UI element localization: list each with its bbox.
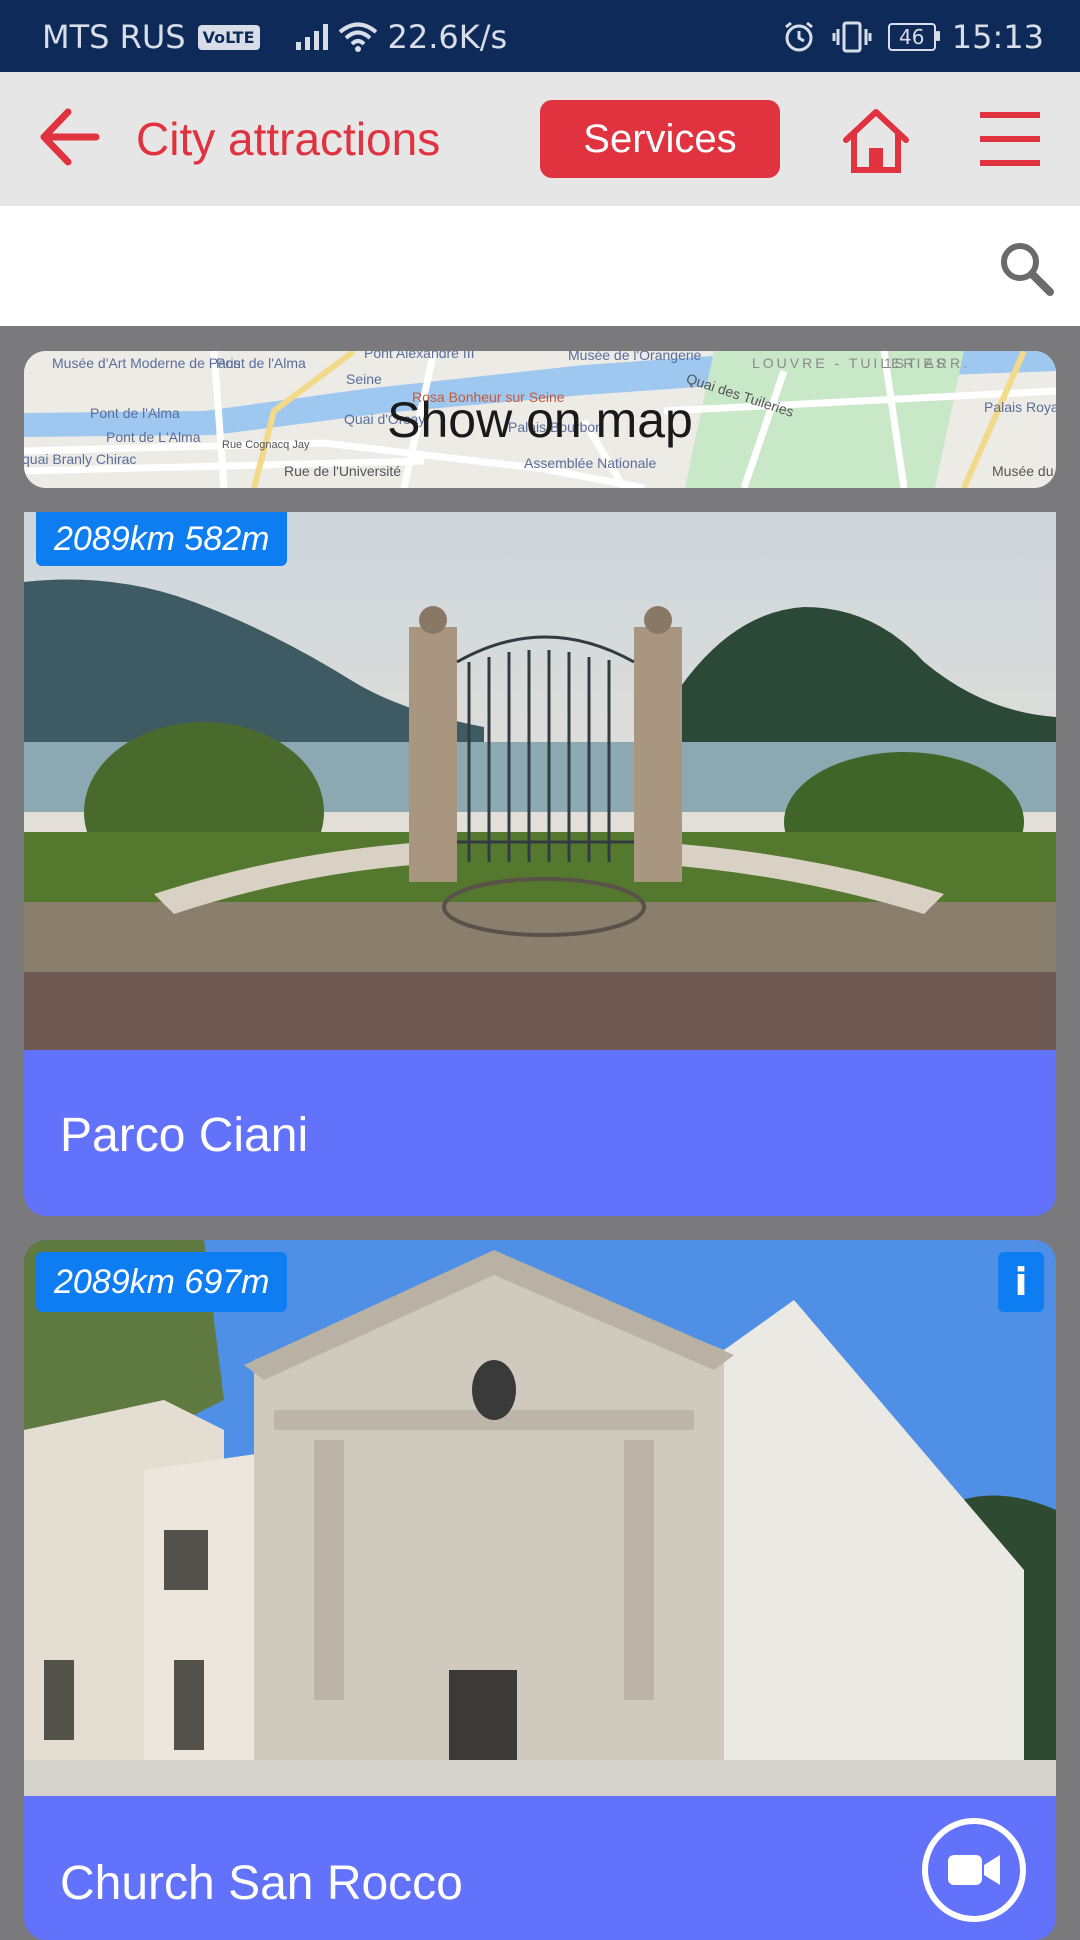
attraction-name: Church San Rocco bbox=[60, 1857, 463, 1910]
attraction-photo bbox=[24, 512, 1056, 1050]
search-input[interactable] bbox=[20, 226, 984, 308]
attraction-card[interactable]: 2089km 582m Parco Ciani bbox=[24, 512, 1056, 1216]
carrier-name: MTS RUS bbox=[42, 18, 186, 56]
info-button[interactable]: i bbox=[998, 1252, 1044, 1312]
home-icon[interactable] bbox=[840, 106, 912, 176]
arrow-left-icon[interactable] bbox=[36, 102, 102, 172]
volte-badge: VoLTE bbox=[197, 24, 260, 50]
vibrate-icon bbox=[832, 21, 872, 53]
video-button[interactable] bbox=[922, 1818, 1026, 1922]
attraction-card[interactable]: 2089km 697m i Church San Rocco bbox=[24, 1240, 1056, 1940]
wifi-icon bbox=[338, 22, 377, 52]
hamburger-menu-icon[interactable] bbox=[978, 108, 1042, 170]
app-bar: City attractions Services bbox=[0, 72, 1080, 206]
page-title: City attractions bbox=[136, 113, 441, 165]
status-bar: MTS RUS VoLTE 22.6K/s 46 15:13 bbox=[0, 0, 1080, 72]
services-button[interactable]: Services bbox=[540, 100, 780, 178]
battery-icon: 46 bbox=[887, 23, 940, 51]
search-bar bbox=[0, 206, 1080, 326]
attraction-name: Parco Ciani bbox=[60, 1109, 309, 1162]
show-on-map-banner[interactable]: Musée d'Art Moderne de Paris Pont de l'A… bbox=[24, 351, 1056, 488]
search-icon[interactable] bbox=[996, 238, 1056, 298]
distance-badge: 2089km 582m bbox=[36, 512, 288, 566]
network-speed: 22.6K/s bbox=[387, 18, 508, 56]
show-on-map-label: Show on map bbox=[387, 391, 693, 448]
status-left: MTS RUS VoLTE 22.6K/s bbox=[42, 18, 507, 56]
signal-icon bbox=[295, 24, 328, 50]
battery-level: 46 bbox=[899, 25, 925, 49]
clock: 15:13 bbox=[951, 18, 1044, 56]
info-icon: i bbox=[1014, 1260, 1028, 1304]
alarm-icon bbox=[784, 21, 813, 52]
attraction-photo bbox=[24, 1240, 1056, 1796]
video-camera-icon bbox=[948, 1855, 1000, 1885]
status-right: 46 15:13 bbox=[782, 18, 1044, 56]
card-footer: Church San Rocco bbox=[24, 1796, 1056, 1940]
distance-badge: 2089km 697m bbox=[36, 1252, 288, 1312]
card-footer: Parco Ciani bbox=[24, 1050, 1056, 1216]
